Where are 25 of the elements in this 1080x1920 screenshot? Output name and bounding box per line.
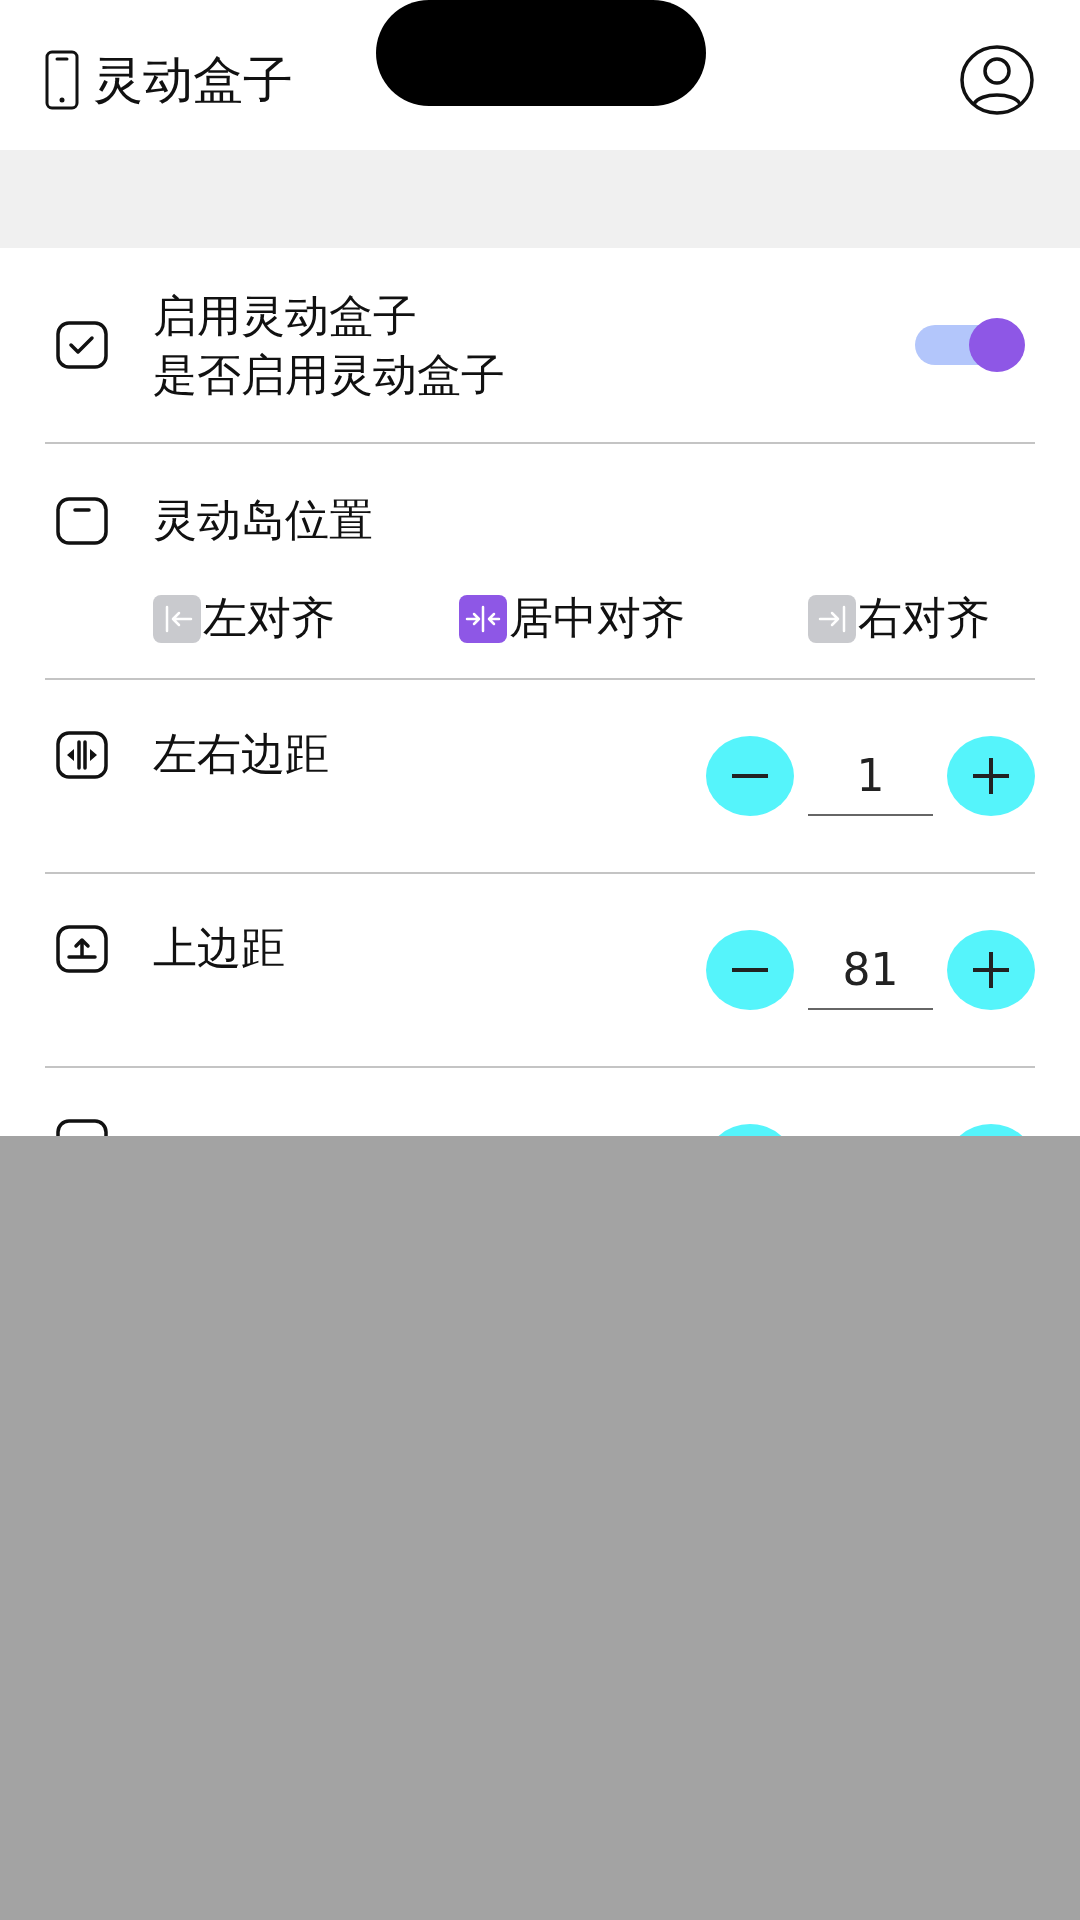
value-field[interactable]: 81 [808, 930, 933, 1010]
plus-icon [973, 758, 1009, 794]
value-field[interactable]: 1 [808, 736, 933, 816]
setting-title: 上边距 [153, 921, 286, 975]
margin-top-icon [55, 924, 109, 974]
app-title: 灵动盒子 [93, 49, 293, 111]
setting-description: 是否启用灵动盒子 [153, 348, 506, 402]
minus-icon [732, 968, 768, 972]
align-icon [153, 594, 201, 643]
margin-horizontal-icon [55, 730, 109, 780]
profile-icon[interactable] [959, 44, 1035, 116]
setting-title: 左右边距 [153, 727, 330, 781]
setting-title: 灵动岛位置 [153, 493, 374, 547]
checkbox-icon [55, 320, 109, 370]
align-option[interactable]: 右对齐 [808, 589, 990, 648]
toggle-switch[interactable] [915, 317, 1025, 373]
island-icon [55, 496, 109, 546]
plus-icon [973, 952, 1009, 988]
align-icon [458, 594, 507, 643]
align-option[interactable]: 居中对齐 [458, 589, 685, 648]
minus-icon [732, 774, 768, 778]
setting-title: 启用灵动盒子 [153, 289, 418, 343]
phone-icon [45, 50, 79, 110]
align-icon [808, 594, 856, 643]
align-option[interactable]: 左对齐 [153, 589, 335, 648]
